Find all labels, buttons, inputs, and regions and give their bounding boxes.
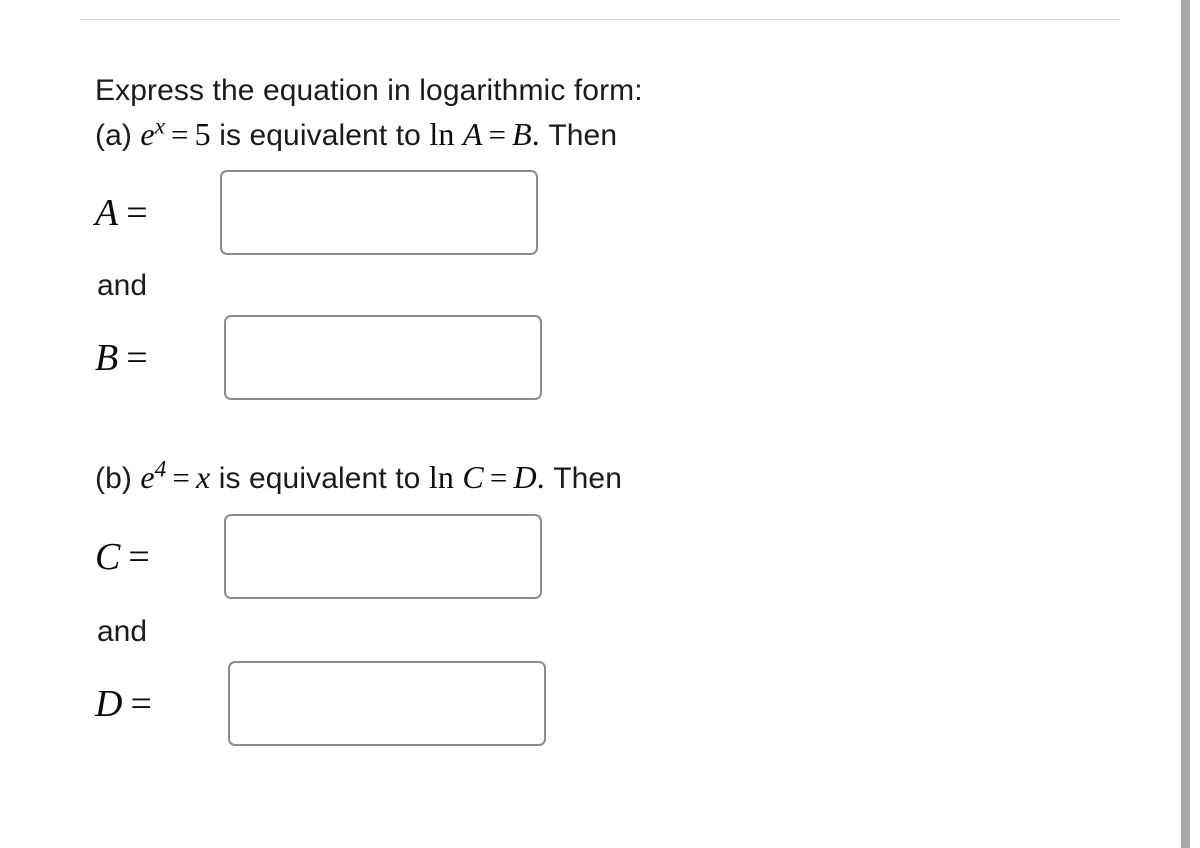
answer-equals-d: = xyxy=(130,682,152,725)
vertical-scrollbar[interactable] xyxy=(1181,0,1190,848)
answer-equals-c: = xyxy=(128,535,150,578)
part-b-log-rhs: D xyxy=(513,459,537,495)
answer-label-c: C = xyxy=(95,535,150,578)
clipped-text-fragment: . xyxy=(237,0,244,3)
part-b-log-equals-operator: = xyxy=(489,460,508,495)
part-b-statement: (b) e4 = x is equivalent to ln C = D. Then xyxy=(95,455,1095,501)
part-a-equals-operator: = xyxy=(171,117,189,152)
part-a-period: . xyxy=(531,116,540,152)
part-a-base: ex xyxy=(140,112,166,152)
answer-row-d: D = xyxy=(95,661,1095,746)
part-b-period: . xyxy=(536,459,545,495)
answer-row-b: B = xyxy=(95,315,1095,400)
part-b-base: e4 xyxy=(140,455,167,495)
answer-equals-b: = xyxy=(126,336,148,379)
part-b-connector: is equivalent to xyxy=(218,462,421,495)
part-a-log-arg: A xyxy=(462,116,483,152)
part-a-log-fn: ln xyxy=(429,116,455,152)
answer-label-d: D = xyxy=(95,682,152,725)
part-a-rhs: 5 xyxy=(194,116,211,152)
answer-row-c: C = xyxy=(95,514,1095,599)
answer-label-a: A = xyxy=(95,191,148,234)
part-b-log-arg: C xyxy=(462,459,484,495)
conjunction-a: and xyxy=(97,269,148,302)
part-b-then: Then xyxy=(553,462,622,495)
part-b-log-fn: ln xyxy=(428,459,454,495)
part-a-then: Then xyxy=(548,119,618,152)
part-b-rhs: x xyxy=(195,459,211,495)
top-divider xyxy=(80,19,1120,20)
part-a-statement: (a) ex = 5 is equivalent to ln A = B. Then xyxy=(95,112,1095,158)
part-a-log-equals-operator: = xyxy=(488,117,507,152)
answer-input-d[interactable] xyxy=(228,661,546,746)
question-prompt: Express the equation in logarithmic form… xyxy=(95,74,643,107)
part-b-equals-operator: = xyxy=(172,460,190,495)
answer-equals-a: = xyxy=(126,191,148,234)
answer-row-a: A = xyxy=(95,170,1095,255)
part-a-marker: (a) xyxy=(95,119,132,152)
part-b-exponent: 4 xyxy=(154,455,167,482)
part-a-connector: is equivalent to xyxy=(219,119,421,152)
part-a-log-rhs: B xyxy=(512,116,532,152)
conjunction-b: and xyxy=(97,615,148,648)
answer-input-a[interactable] xyxy=(220,170,538,255)
part-a-exponent: x xyxy=(154,112,166,139)
part-b-marker: (b) xyxy=(95,462,132,495)
question-content: Express the equation in logarithmic form… xyxy=(95,70,1095,746)
answer-input-c[interactable] xyxy=(224,514,542,599)
answer-input-b[interactable] xyxy=(224,315,542,400)
answer-label-b: B = xyxy=(95,336,148,379)
